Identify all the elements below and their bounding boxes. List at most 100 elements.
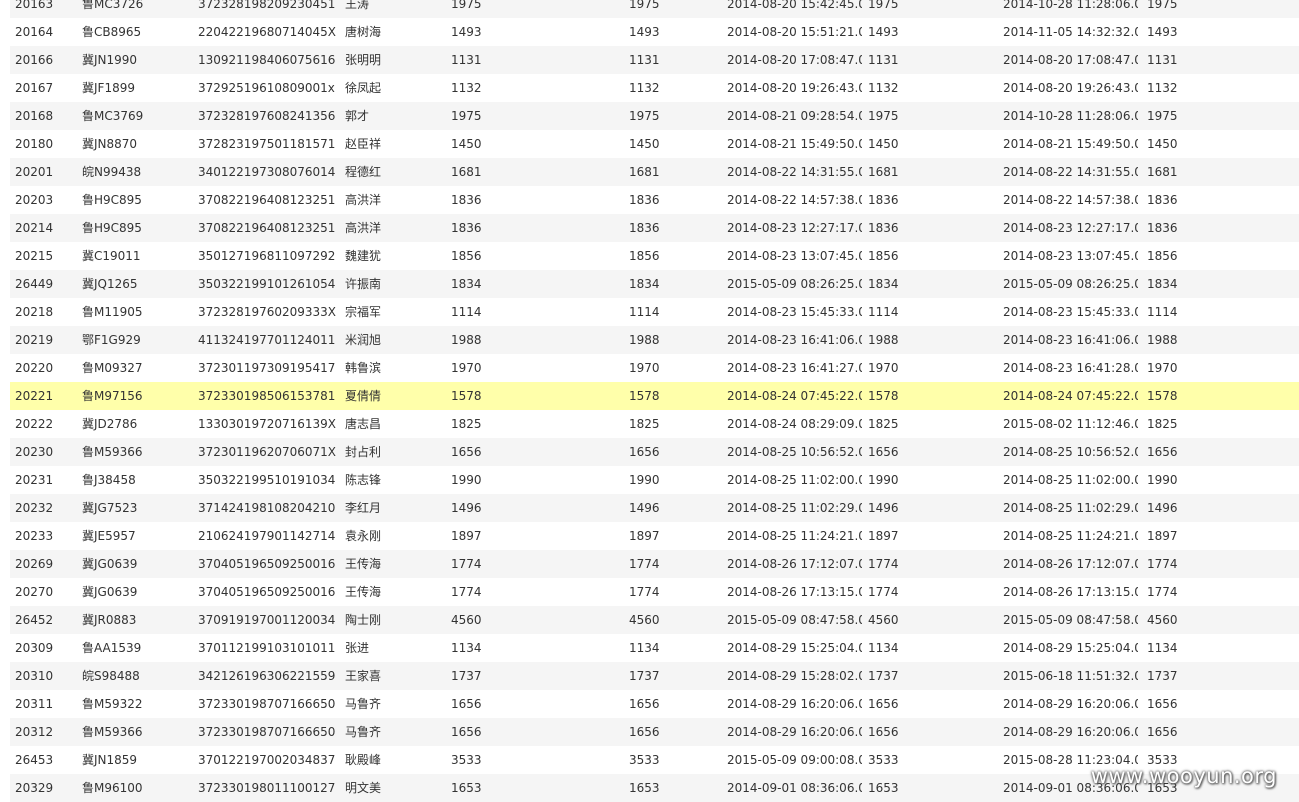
cell-record-id: 20230 [15,445,54,459]
cell-code-b: 3533 [629,753,660,767]
cell-code-a: 1132 [451,81,482,95]
cell-code-a: 1737 [451,669,482,683]
cell-code-a: 1653 [451,781,482,795]
table-row[interactable]: 20232 冀JG7523 371424198108204210 李红月 1496 149… [10,494,1299,522]
cell-code-b: 1656 [629,445,660,459]
cell-created-time: 2014-08-23 15:45:33.0 [727,305,862,319]
cell-code-c: 1737 [868,669,899,683]
table-row[interactable]: 20163 鲁MC3726 372328198209230451 王涛 1975 1975… [10,0,1299,18]
cell-code-d: 1970 [1147,361,1178,375]
cell-id-number: 350127196811097292 [198,249,336,263]
table-row[interactable]: 20164 鲁CB8965 22042219680714045X 唐树海 1493 149… [10,18,1299,46]
cell-code-b: 1774 [629,557,660,571]
cell-record-id: 20309 [15,641,54,655]
cell-code-b: 1653 [629,781,660,795]
cell-code-b: 1656 [629,697,660,711]
cell-driver-name: 宗福军 [345,305,382,319]
cell-record-id: 26452 [15,613,54,627]
table-row[interactable]: 20231 鲁J38458 350322199510191034 陈志锋 1990 199… [10,466,1299,494]
cell-plate-number: 鲁M11905 [82,305,143,319]
table-row[interactable]: 20311 鲁M59322 372330198707166650 马鲁齐 1656 165… [10,690,1299,718]
table-row[interactable]: 20203 鲁H9C895 370822196408123251 高洪洋 1836 183… [10,186,1299,214]
table-row[interactable]: 20270 冀JG0639 370405196509250016 王传海 1774 177… [10,578,1299,606]
cell-driver-name: 王传海 [345,557,382,571]
cell-created-time: 2014-08-22 14:57:38.0 [727,193,862,207]
cell-driver-name: 魏建犹 [345,249,382,263]
cell-created-time: 2014-08-29 16:20:06.0 [727,725,862,739]
cell-plate-number: 冀JD2786 [82,417,138,431]
cell-code-c: 1578 [868,389,899,403]
cell-code-a: 1450 [451,137,482,151]
cell-record-id: 20164 [15,25,54,39]
cell-code-c: 1681 [868,165,899,179]
cell-updated-time: 2014-11-05 14:32:32.0 [1003,25,1138,39]
table-row[interactable]: 20167 冀JF1899 37292519610809001x 徐凤起 1132 113… [10,74,1299,102]
cell-created-time: 2014-08-29 16:20:06.0 [727,697,862,711]
cell-code-c: 1825 [868,417,899,431]
cell-code-d: 1825 [1147,417,1178,431]
cell-record-id: 20221 [15,389,54,403]
cell-driver-name: 程德红 [345,165,382,179]
cell-updated-time: 2014-08-25 11:02:00.0 [1003,473,1138,487]
cell-driver-name: 张进 [345,641,370,655]
cell-driver-name: 张明明 [345,53,382,67]
cell-code-a: 1975 [451,109,482,123]
cell-created-time: 2014-08-20 15:51:21.0 [727,25,862,39]
cell-updated-time: 2014-08-25 10:56:52.0 [1003,445,1138,459]
table-row[interactable]: 20215 冀C19011 350127196811097292 魏建犹 1856 185… [10,242,1299,270]
cell-code-c: 3533 [868,753,899,767]
cell-code-d: 1856 [1147,249,1178,263]
cell-updated-time: 2015-08-02 11:12:46.0 [1003,417,1138,431]
cell-created-time: 2014-08-20 19:26:43.0 [727,81,862,95]
cell-code-c: 1988 [868,333,899,347]
cell-code-a: 1114 [451,305,482,319]
cell-id-number: 411324197701124011 [198,333,336,347]
table-row[interactable]: 20221 鲁M97156 372330198506153781 夏倩倩 1578 157… [10,382,1299,410]
table-row[interactable]: 20168 鲁MC3769 372328197608241356 郭才 1975 1975… [10,102,1299,130]
table-row[interactable]: 20309 鲁AA1539 370112199103101011 张进 1134 1134… [10,634,1299,662]
cell-code-d: 1493 [1147,25,1178,39]
cell-created-time: 2014-08-22 14:31:55.0 [727,165,862,179]
cell-code-c: 1656 [868,697,899,711]
table-row[interactable]: 20233 冀JE5957 210624197901142714 袁永刚 1897 189… [10,522,1299,550]
table-row[interactable]: 26452 冀JR0883 370919197001120034 陶士刚 4560 456… [10,606,1299,634]
cell-plate-number: 冀JN8870 [82,137,138,151]
table-row[interactable]: 20218 鲁M11905 37232819760209333X 宗福军 1114 111… [10,298,1299,326]
cell-driver-name: 耿殿峰 [345,753,382,767]
cell-code-c: 1975 [868,109,899,123]
cell-created-time: 2014-09-01 08:36:06.0 [727,781,862,795]
cell-code-c: 1970 [868,361,899,375]
cell-updated-time: 2014-08-24 07:45:22.0 [1003,389,1138,403]
cell-id-number: 372301197309195417 [198,361,336,375]
cell-record-id: 20166 [15,53,54,67]
table-row[interactable]: 20222 冀JD2786 13303019720716139X 唐志昌 1825 182… [10,410,1299,438]
cell-record-id: 26449 [15,277,54,291]
cell-updated-time: 2014-08-26 17:13:15.0 [1003,585,1138,599]
cell-id-number: 350322199510191034 [198,473,336,487]
table-row[interactable]: 20180 冀JN8870 372823197501181571 赵臣祥 1450 145… [10,130,1299,158]
cell-id-number: 372823197501181571 [198,137,336,151]
table-row[interactable]: 20166 冀JN1990 130921198406075616 张明明 1131 113… [10,46,1299,74]
table-row[interactable]: 20220 鲁M09327 372301197309195417 韩鲁滨 1970 197… [10,354,1299,382]
cell-plate-number: 鲁CB8965 [82,25,142,39]
cell-updated-time: 2014-08-20 19:26:43.0 [1003,81,1138,95]
cell-plate-number: 鲁J38458 [82,473,136,487]
table-row[interactable]: 20214 鲁H9C895 370822196408123251 高洪洋 1836 183… [10,214,1299,242]
table-row[interactable]: 20269 冀JG0639 370405196509250016 王传海 1774 177… [10,550,1299,578]
cell-updated-time: 2014-08-22 14:57:38.0 [1003,193,1138,207]
cell-plate-number: 皖N99438 [82,165,142,179]
cell-record-id: 20310 [15,669,54,683]
cell-driver-name: 唐树海 [345,25,382,39]
table-row[interactable]: 20230 鲁M59366 37230119620706071X 封占利 1656 165… [10,438,1299,466]
cell-plate-number: 鲁M59366 [82,445,143,459]
cell-code-c: 1774 [868,557,899,571]
cell-created-time: 2015-05-09 08:26:25.0 [727,277,862,291]
table-row[interactable]: 20219 鄂F1G929 411324197701124011 米润旭 1988 198… [10,326,1299,354]
table-row[interactable]: 20201 皖N99438 340122197308076014 程德红 1681 168… [10,158,1299,186]
cell-plate-number: 冀C19011 [82,249,141,263]
table-row[interactable]: 20312 鲁M59366 372330198707166650 马鲁齐 1656 165… [10,718,1299,746]
table-row[interactable]: 26449 冀JQ1265 350322199101261054 许振南 1834 183… [10,270,1299,298]
cell-code-a: 1656 [451,445,482,459]
table-row[interactable]: 20310 皖S98488 342126196306221559 王家喜 1737 173… [10,662,1299,690]
cell-code-b: 1131 [629,53,660,67]
